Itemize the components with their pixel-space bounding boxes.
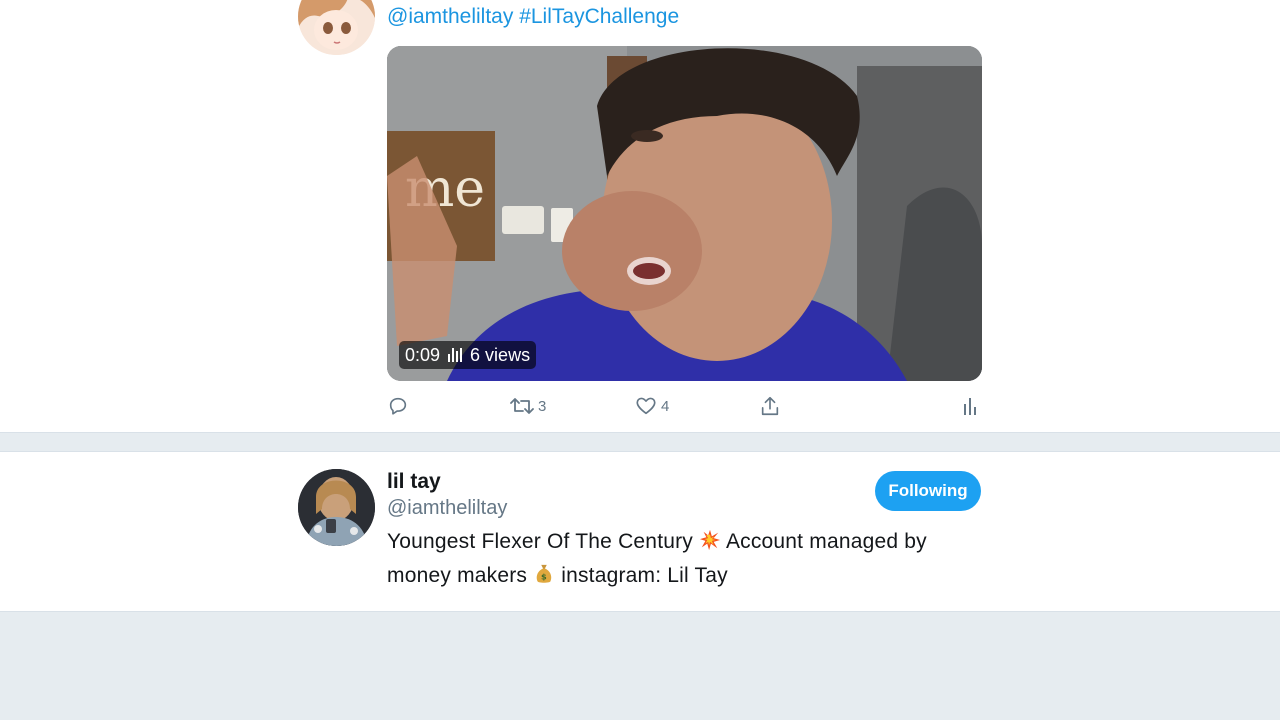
share-button[interactable] (759, 393, 781, 419)
analytics-button[interactable] (962, 393, 980, 419)
bio-text-3: money makers (387, 564, 528, 587)
retweet-count: 3 (538, 397, 547, 415)
reply-icon (389, 397, 407, 415)
like-count: 4 (661, 397, 670, 415)
profile-handle[interactable]: @iamtheliltay (387, 495, 507, 521)
profile-avatar[interactable] (298, 469, 375, 546)
profile-bio: Youngest Flexer Of The Century Account m… (387, 525, 987, 593)
video-duration: 0:09 (405, 344, 441, 365)
bio-text-4: instagram: Lil Tay (561, 564, 728, 587)
like-icon (636, 397, 656, 415)
video-frame: me (387, 46, 982, 381)
bio-text-1: Youngest Flexer Of The Century (387, 530, 693, 553)
svg-text:$: $ (541, 572, 547, 582)
reply-button[interactable] (387, 393, 413, 419)
bio-text-2: Account managed by (725, 530, 927, 553)
like-button[interactable]: 4 (635, 393, 669, 419)
analytics-icon (964, 398, 976, 415)
video-views: 6 views (470, 344, 531, 365)
retweet-button[interactable]: 3 (510, 393, 546, 419)
tweet-card: @iamtheliltay #LilTayChallenge me 0:09 6… (0, 0, 1280, 433)
profile-card: lil tay @iamtheliltay Following Youngest… (0, 451, 1280, 612)
hashtag-link[interactable]: #LilTayChallenge (519, 5, 679, 28)
retweet-icon (510, 398, 534, 414)
share-icon (761, 396, 779, 416)
tweet-text: @iamtheliltay #LilTayChallenge (387, 4, 679, 30)
tweet-actions: 3 4 (387, 393, 982, 419)
avatar[interactable] (298, 0, 375, 55)
video-badge: 0:09 6 views (399, 341, 537, 369)
collision-emoji (699, 529, 721, 551)
profile-name[interactable]: lil tay (387, 469, 441, 495)
views-icon (448, 348, 463, 362)
following-button[interactable]: Following (875, 471, 981, 511)
money-bag-emoji: $ (536, 564, 552, 583)
video-player[interactable]: me 0:09 6 views (387, 46, 982, 381)
mention-link[interactable]: @iamtheliltay (387, 5, 513, 28)
